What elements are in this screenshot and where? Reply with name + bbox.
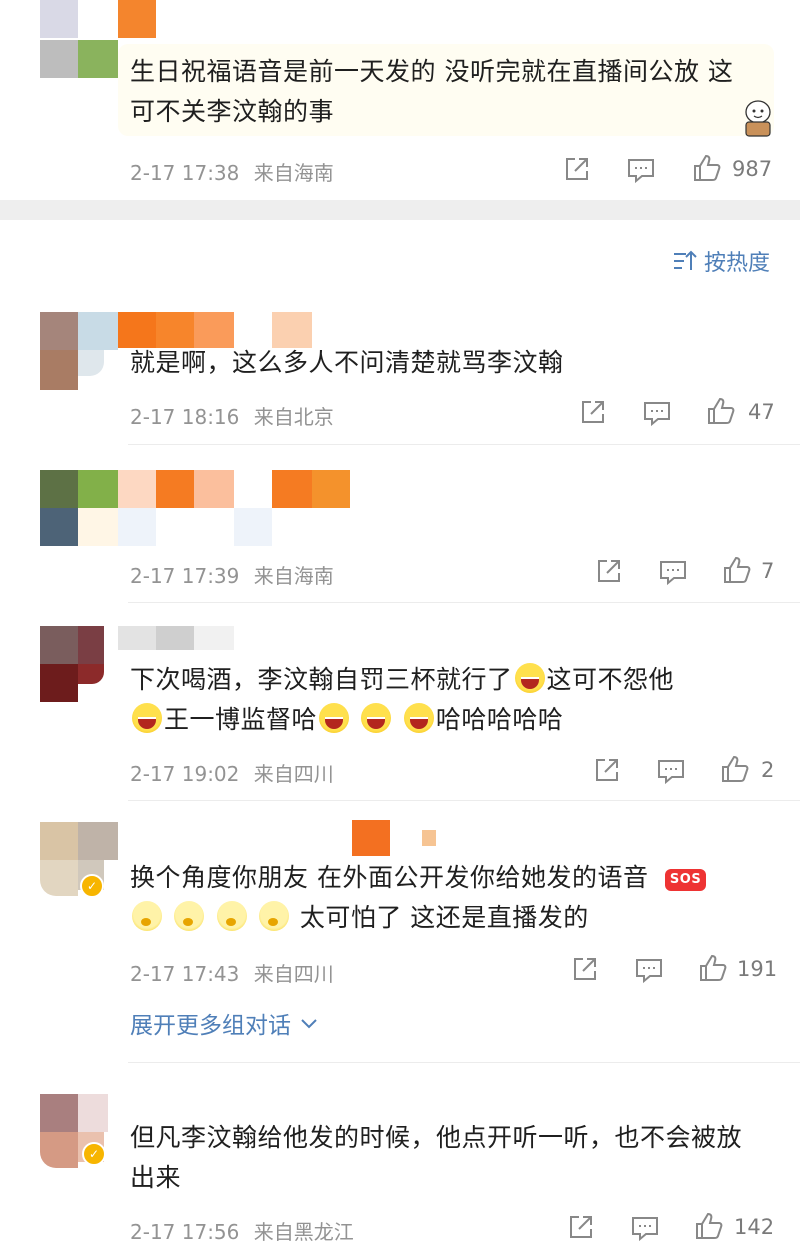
sort-label: 按热度 xyxy=(704,251,771,276)
sticker-icon xyxy=(738,98,778,140)
comment-meta: 2-17 17:39 来自海南 xyxy=(130,560,334,589)
share-icon[interactable] xyxy=(570,954,600,984)
share-icon[interactable] xyxy=(592,755,622,785)
comment-location: 来自四川 xyxy=(253,762,334,786)
think-emoji-icon xyxy=(132,901,162,931)
like-count: 191 xyxy=(737,957,778,981)
comment-text: 下次喝酒，李汶翰自罚三杯就行了 这可不怨他 王一博监督哈 哈哈哈哈哈 xyxy=(130,660,770,740)
comment-meta: 2-17 17:38 来自海南 xyxy=(130,157,334,186)
comment-time: 2-17 17:38 xyxy=(130,161,240,185)
section-separator xyxy=(0,200,800,220)
divider xyxy=(128,800,800,801)
comment-location: 来自北京 xyxy=(253,405,334,429)
comment-time: 2-17 19:02 xyxy=(130,762,240,786)
comment-location: 来自海南 xyxy=(253,161,334,185)
divider xyxy=(128,602,800,603)
expand-label: 展开更多组对话 xyxy=(130,1013,291,1039)
comment-icon[interactable] xyxy=(642,398,672,428)
comment-text-part: 下次喝酒，李汶翰自罚三杯就行了 xyxy=(130,665,513,694)
expand-replies-link[interactable]: 展开更多组对话 xyxy=(130,1006,319,1040)
sort-icon xyxy=(672,248,698,274)
comment-text: 但凡李汶翰给他发的时候，他点开听一听，也不会被放出来 xyxy=(130,1123,743,1192)
comment-text: 换个角度你朋友 在外面公开发你给她发的语音 SOS 太可怕了 这还是直播发的 xyxy=(130,858,770,938)
comment-text-part: 换个角度你朋友 在外面公开发你给她发的语音 xyxy=(130,863,649,892)
share-icon[interactable] xyxy=(594,556,624,586)
comment-location: 来自黑龙江 xyxy=(253,1220,354,1244)
laugh-emoji-icon xyxy=(361,703,392,733)
laugh-emoji-icon xyxy=(132,703,162,733)
comment-icon[interactable] xyxy=(656,756,686,786)
share-icon[interactable] xyxy=(566,1212,596,1242)
comment-meta: 2-17 18:16 来自北京 xyxy=(130,401,334,430)
comment-location: 来自海南 xyxy=(253,564,334,588)
like-icon[interactable] xyxy=(694,1211,724,1241)
like-icon[interactable] xyxy=(698,953,728,983)
comment-text: 就是啊，这么多人不问清楚就骂李汶翰 xyxy=(130,348,564,377)
comment-time: 2-17 18:16 xyxy=(130,405,240,429)
verified-badge-icon: ✓ xyxy=(82,1142,106,1166)
divider xyxy=(128,444,800,445)
comment-icon[interactable] xyxy=(658,557,688,587)
share-icon[interactable] xyxy=(578,397,608,427)
divider xyxy=(128,1062,800,1063)
like-count: 987 xyxy=(732,157,773,181)
comment-meta: 2-17 17:56 来自黑龙江 xyxy=(130,1216,354,1245)
sos-icon: SOS xyxy=(664,869,707,891)
comment-icon[interactable] xyxy=(630,1213,660,1243)
think-emoji-icon xyxy=(174,901,205,931)
laugh-emoji-icon xyxy=(403,703,434,733)
like-icon[interactable] xyxy=(706,396,736,426)
comment-meta: 2-17 19:02 来自四川 xyxy=(130,758,334,787)
comment-text: 生日祝福语音是前一天发的 没听完就在直播间公放 这可不关李汶翰的事 xyxy=(130,57,734,126)
like-icon[interactable] xyxy=(720,754,750,784)
like-icon[interactable] xyxy=(722,555,752,585)
comment-meta: 2-17 17:43 来自四川 xyxy=(130,958,334,987)
like-count: 7 xyxy=(761,559,775,583)
comment-text-part: 哈哈哈哈哈 xyxy=(435,705,564,734)
comment-text-part: 太可怕了 这还是直播发的 xyxy=(299,903,589,932)
think-emoji-icon xyxy=(216,901,247,931)
sort-toggle[interactable]: 按热度 xyxy=(672,246,770,276)
laugh-emoji-icon xyxy=(514,663,545,693)
comment-location: 来自四川 xyxy=(253,962,334,986)
comment-icon[interactable] xyxy=(626,155,656,185)
like-count: 47 xyxy=(748,400,775,424)
share-icon[interactable] xyxy=(562,154,592,184)
like-count: 2 xyxy=(761,758,775,782)
like-icon[interactable] xyxy=(692,153,722,183)
comment-text-part: 这可不怨他 xyxy=(546,665,675,694)
comment-time: 2-17 17:56 xyxy=(130,1220,240,1244)
comment-text-part: 王一博监督哈 xyxy=(164,705,318,734)
chevron-down-icon xyxy=(299,1013,319,1033)
comment-icon[interactable] xyxy=(634,955,664,985)
verified-badge-icon: ✓ xyxy=(80,874,104,898)
comment-time: 2-17 17:39 xyxy=(130,564,240,588)
laugh-emoji-icon xyxy=(319,703,350,733)
like-count: 142 xyxy=(734,1215,775,1239)
think-emoji-icon xyxy=(259,901,290,931)
comment-time: 2-17 17:43 xyxy=(130,962,240,986)
